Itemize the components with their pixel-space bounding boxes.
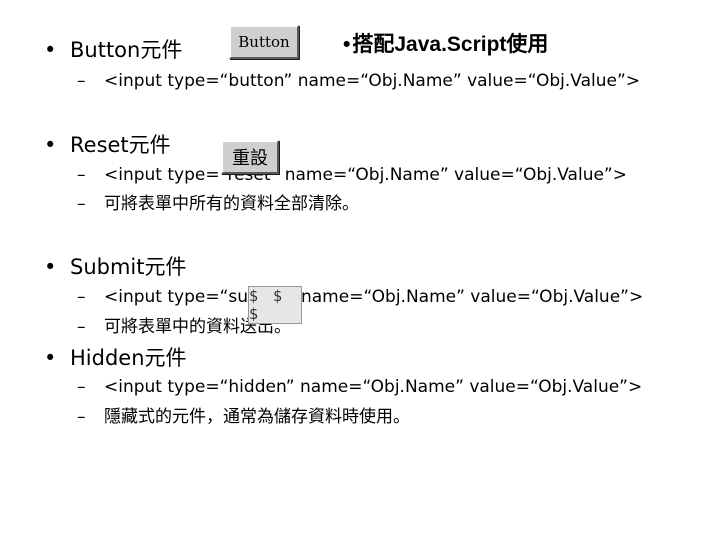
javascript-note: 搭配Java.Script使用 — [343, 28, 548, 58]
reset-description: 可將表單中所有的資料全部清除。 — [77, 193, 359, 215]
button-sample-image: Button — [229, 25, 299, 59]
button-element-heading: Button元件 — [44, 37, 182, 63]
submit-code-line: <input type=“submit” name=“Obj.Name” val… — [77, 286, 643, 308]
hidden-description: 隱藏式的元件，通常為儲存資料時使用。 — [77, 406, 410, 428]
submit-sample-image: $ $ $ — [248, 286, 302, 324]
hidden-code-line: <input type=“hidden” name=“Obj.Name” val… — [77, 376, 642, 398]
button-code-line: <input type=“button” name=“Obj.Name” val… — [77, 70, 640, 92]
reset-sample-label: 重設 — [232, 148, 268, 169]
submit-sample-label: $ $ $ — [249, 287, 286, 323]
hidden-element-heading: Hidden元件 — [44, 345, 186, 371]
reset-sample-image: 重設 — [221, 140, 279, 174]
reset-code-line: <input type=“reset” name=“Obj.Name” valu… — [77, 164, 627, 186]
button-sample-label: Button — [238, 33, 290, 51]
submit-element-heading: Submit元件 — [44, 254, 186, 280]
reset-element-heading: Reset元件 — [44, 132, 171, 158]
